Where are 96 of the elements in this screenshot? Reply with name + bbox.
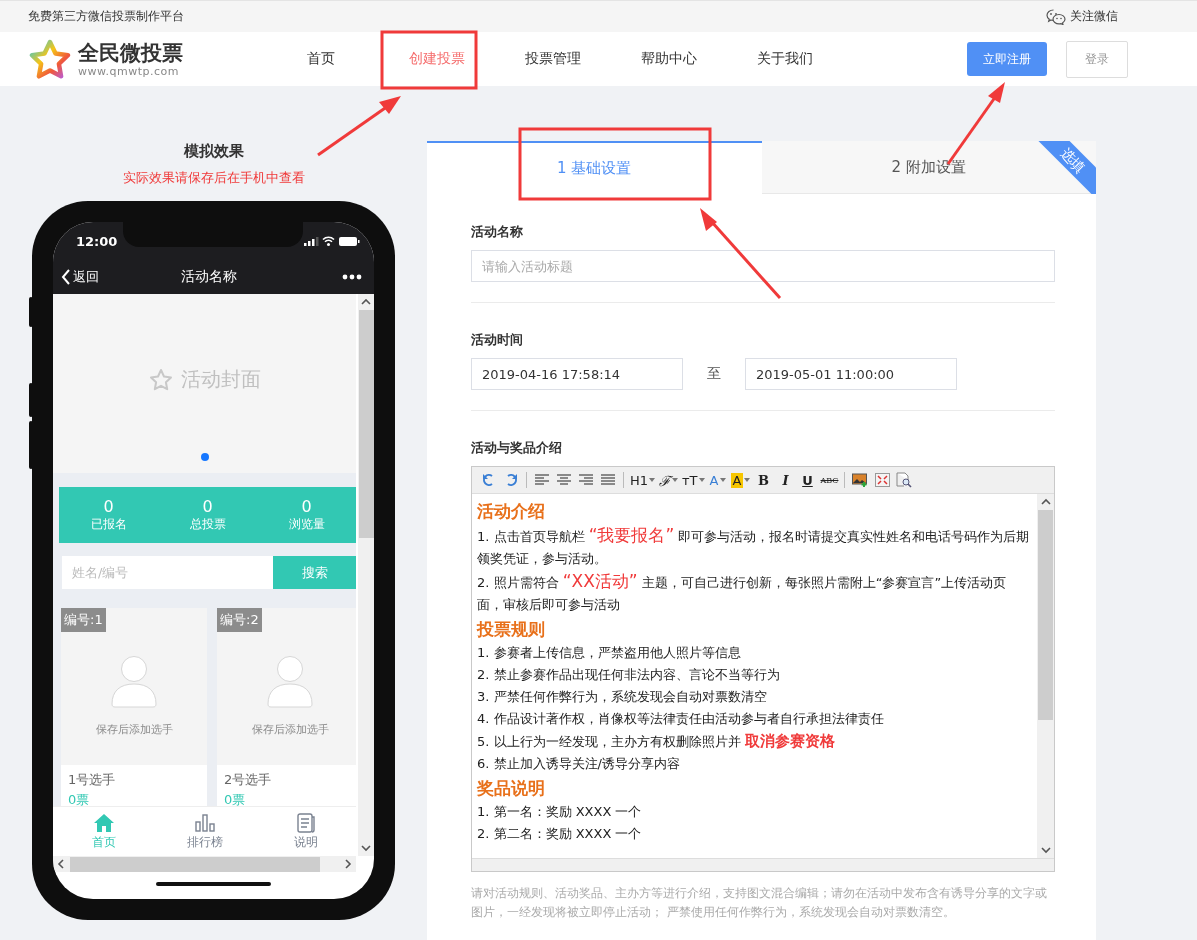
section-heading: 活动介绍 (477, 500, 546, 523)
preview-title: 模拟效果 (182, 142, 245, 161)
scroll-down-icon (1040, 846, 1051, 854)
logo-name: 全民微投票 (78, 40, 183, 65)
rule-paragraph: 2. 照片需符合 “XX活动” 主题，可自己进行创新，每张照片需附上“参赛宣言”上传活动页面，审核后即可参与活动 (477, 570, 1008, 614)
rule-paragraph: 2. 禁止参赛作品出现任何非法内容、言论不当等行为 (477, 666, 781, 684)
nav-link[interactable]: 投票管理 (495, 50, 611, 68)
toolbar-button[interactable]: ℱ (657, 469, 681, 491)
number-badge: 编号:2 (217, 608, 262, 632)
nav-link[interactable]: 首页 (263, 50, 379, 68)
more-icon[interactable] (342, 274, 362, 280)
toolbar-button[interactable]: B (752, 469, 775, 491)
person-icon (111, 656, 157, 708)
follow-link[interactable]: 关注微信 (1046, 8, 1118, 25)
horizontal-scrollbar[interactable] (53, 856, 356, 872)
toolbar-button[interactable]: A (706, 469, 729, 491)
rule-paragraph: 1. 点击首页导航栏 “我要报名” 即可参与活动，报名时请提交真实性姓名和电话号码作为后期领奖凭证，参与活动。 (477, 524, 1031, 568)
toolbar-button[interactable]: U (796, 469, 819, 491)
nav-link[interactable]: 关于我们 (727, 50, 843, 68)
stat-value: 0 (103, 497, 114, 516)
home-icon (92, 812, 115, 833)
caret-icon (744, 478, 751, 482)
carousel-dot (200, 453, 209, 461)
end-time-input[interactable]: 2019-05-01 11:00:00 (745, 358, 957, 390)
rich-text-editor[interactable] (471, 466, 1055, 872)
title-input[interactable]: 请输入活动标题 (471, 250, 1055, 282)
contestant-card[interactable]: 编号:1 保存后添加选手 1号选手 0票 (61, 608, 207, 806)
vote-count: 0票 (67, 791, 91, 806)
start-time-input[interactable]: 2019-04-16 17:58:14 (471, 358, 683, 390)
bar-chart-icon (193, 812, 216, 833)
preview-subtitle: 实际效果请保存后在手机中查看 (121, 169, 306, 187)
rule-paragraph: 1. 第一名：奖励 XXXX 一个 (477, 803, 643, 821)
field-label: 活动与奖品介绍 (471, 439, 562, 457)
toolbar-button[interactable]: ᴛT (680, 469, 707, 491)
add-hint: 保存后添加选手 (251, 722, 329, 737)
toolbar-button[interactable]: I (774, 469, 797, 491)
nav-link[interactable]: 帮助中心 (611, 50, 727, 68)
scroll-up-icon (361, 298, 371, 306)
search-field[interactable]: 姓名/编号 (62, 556, 273, 589)
preview-icon (896, 472, 913, 488)
rule-paragraph: 3. 严禁任何作弊行为，系统发现会自动对票数清空 (477, 688, 768, 706)
caret-icon (719, 478, 726, 482)
caret-icon (649, 478, 656, 482)
align-right-icon (579, 474, 593, 486)
chevron-left-icon (61, 269, 71, 285)
rule-paragraph: 5. 以上行为一经发现，主办方有权删除照片并 取消参赛资格 (477, 731, 836, 752)
scroll-left-icon (57, 859, 65, 869)
document-icon (294, 812, 317, 833)
caret-icon (672, 478, 679, 482)
scroll-down-icon (361, 844, 371, 852)
vote-count: 0票 (223, 791, 247, 806)
logo-url: www.qmwtp.com (78, 64, 180, 78)
toolbar-button[interactable]: ABC (818, 469, 841, 491)
stat-label: 已报名 (90, 515, 127, 533)
stat-value: 0 (202, 497, 213, 516)
status-icons-drawing (304, 235, 360, 247)
screen-title: 活动名称 (180, 268, 237, 286)
clock-time: 12:00 (76, 233, 118, 249)
vertical-scrollbar[interactable] (1037, 494, 1054, 858)
stat-label: 浏览量 (288, 515, 325, 533)
add-hint: 保存后添加选手 (95, 722, 173, 737)
toolbar-button[interactable]: A (728, 469, 753, 491)
stat-value: 0 (301, 497, 312, 516)
field-label: 活动名称 (471, 223, 523, 241)
align-center-icon (557, 474, 571, 486)
fullscreen-icon (874, 473, 890, 487)
toolbar-button[interactable]: H1 (628, 469, 658, 491)
justify-icon (601, 474, 615, 486)
rule-paragraph: 6. 禁止加入诱导关注/诱导分享内容 (477, 755, 681, 773)
scroll-up-icon (1040, 498, 1051, 506)
chat-bubbles-icon (1046, 8, 1066, 25)
contestant-name: 2号选手 (223, 771, 273, 789)
image-icon (852, 473, 869, 487)
star-logo-icon (28, 39, 72, 79)
person-icon (267, 656, 313, 708)
tagline: 免费第三方微信投票制作平台 (28, 8, 184, 25)
tab-bar-item[interactable]: 排行榜 (154, 807, 255, 856)
scroll-right-icon (344, 859, 352, 869)
back-link[interactable]: 返回 (61, 268, 99, 286)
contestant-card[interactable]: 编号:2 保存后添加选手 2号选手 0票 (217, 608, 356, 806)
help-text: 请对活动规则、活动奖品、主办方等进行介绍，支持图文混合编辑；请勿在活动中发布含有诱导分享的文字或图片，一经发现将被立即停止活动； 严禁使用任何作弊行为，系统发现会自动对票数清空。 (471, 885, 1048, 921)
stat-label: 总投票 (189, 515, 226, 533)
align-left-icon (535, 474, 549, 486)
number-badge: 编号:1 (61, 608, 106, 632)
star-icon (148, 367, 173, 392)
section-heading: 投票规则 (477, 618, 546, 641)
range-separator: 至 (706, 365, 722, 383)
section-heading: 奖品说明 (477, 777, 546, 800)
caret-icon (698, 478, 705, 482)
field-label: 活动时间 (471, 331, 523, 349)
tab-bar-item[interactable]: 说明 (255, 807, 356, 856)
vertical-scrollbar[interactable] (358, 294, 374, 856)
rule-paragraph: 1. 参赛者上传信息，严禁盗用他人照片等信息 (477, 644, 742, 662)
rule-paragraph: 4. 作品设计著作权，肖像权等法律责任由活动参与者自行承担法律责任 (477, 710, 885, 728)
contestant-name: 1号选手 (67, 771, 117, 789)
rule-paragraph: 2. 第二名：奖励 XXXX 一个 (477, 825, 643, 843)
